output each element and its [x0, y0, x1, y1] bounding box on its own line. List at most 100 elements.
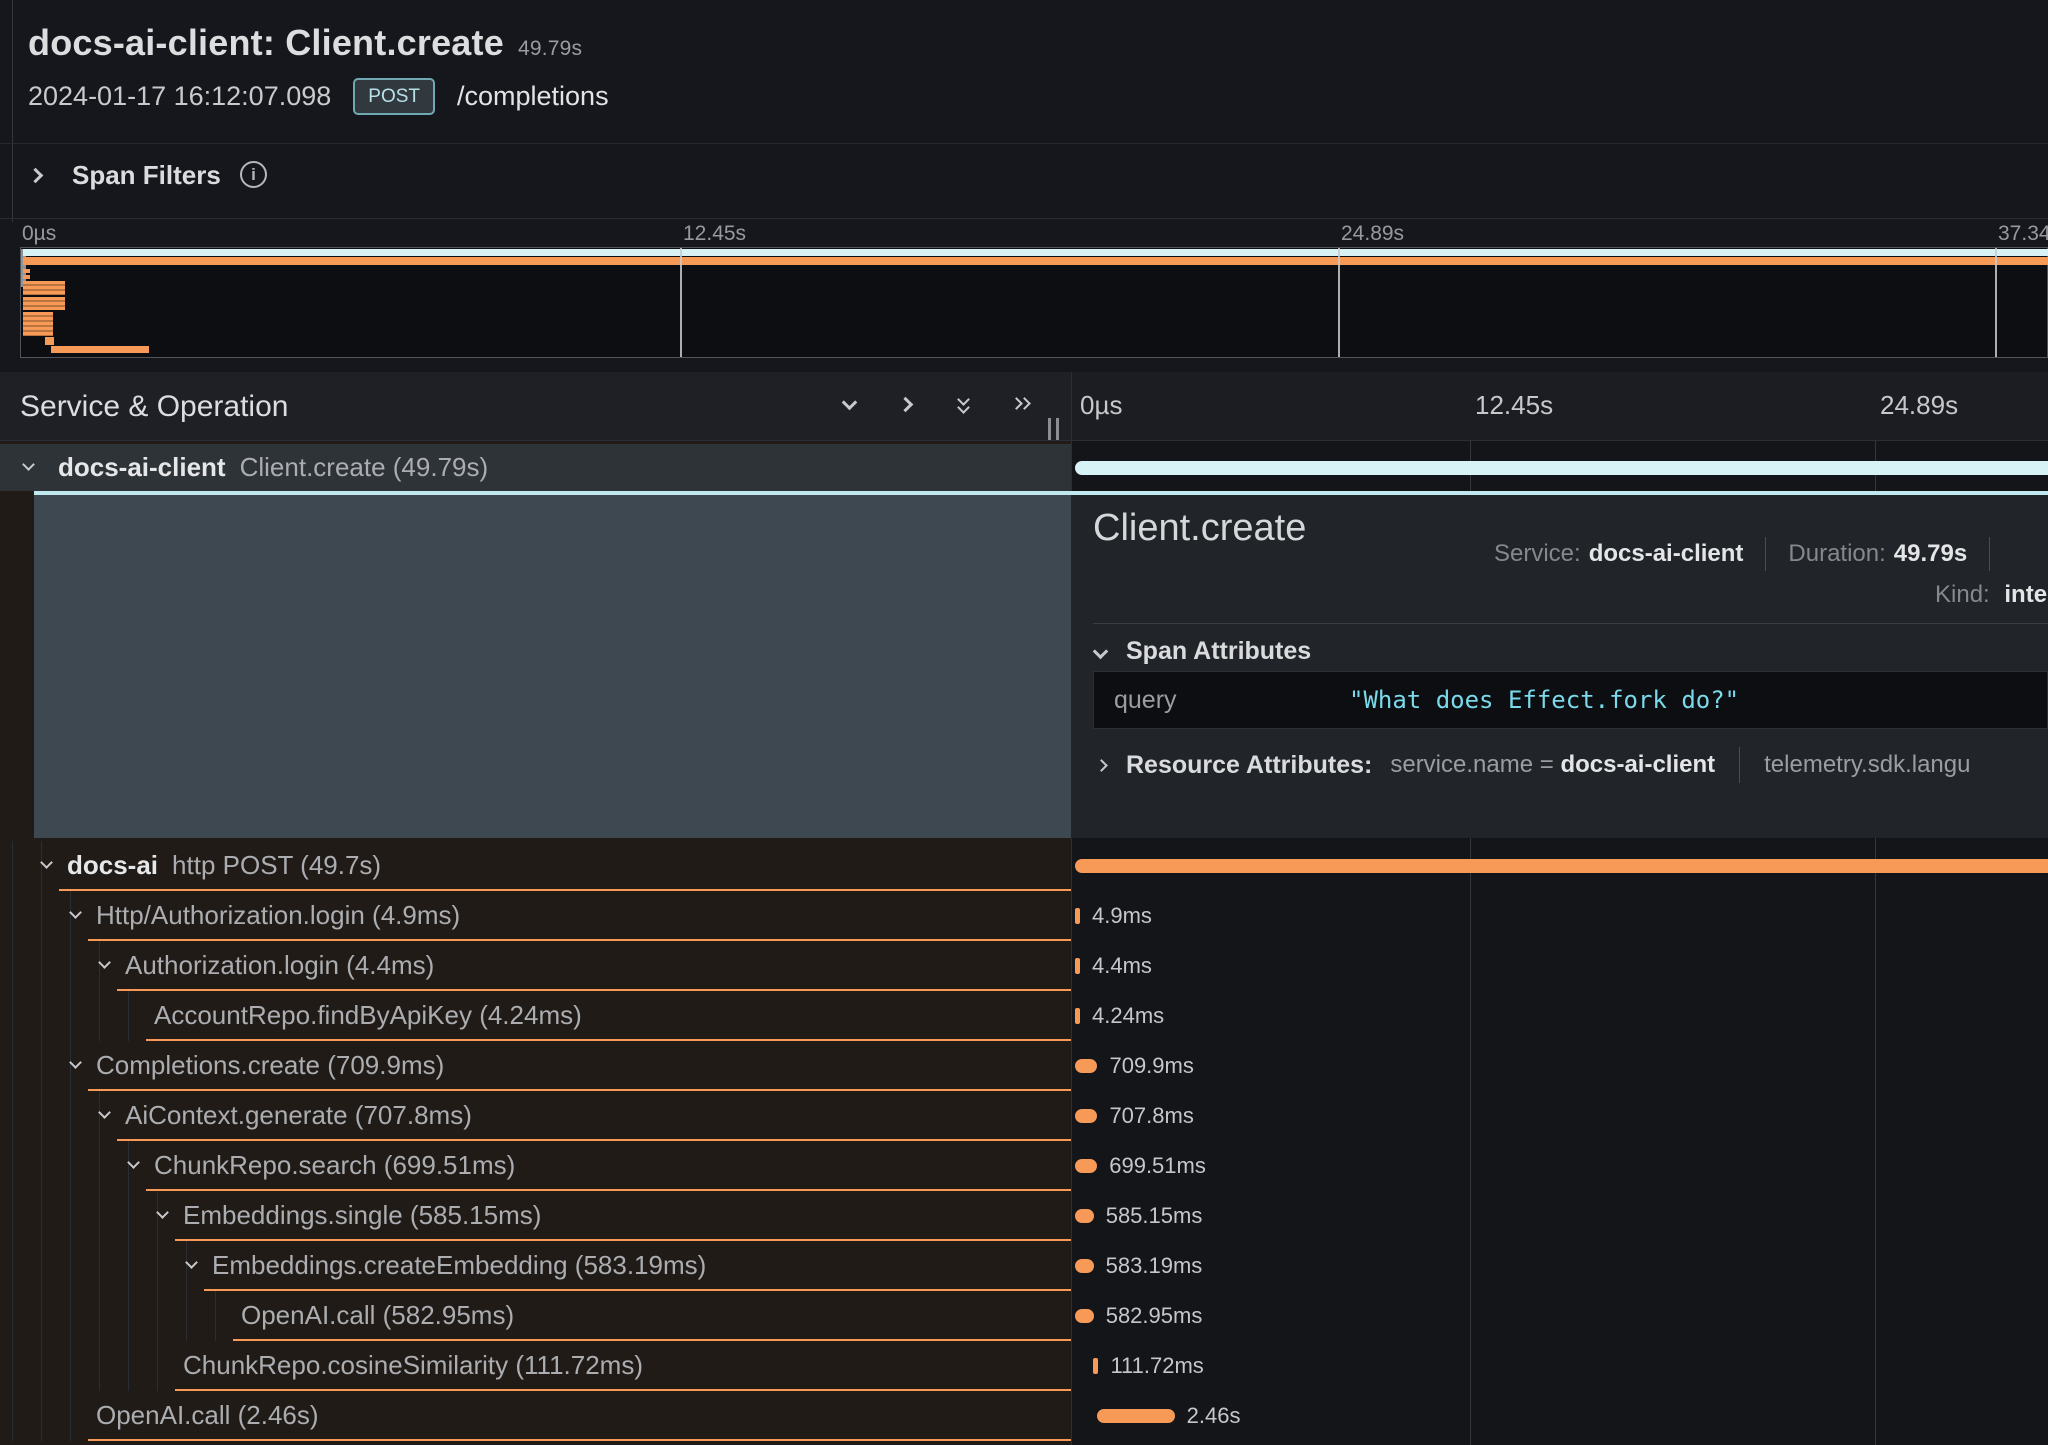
- span-tree-row[interactable]: docs-ai-client Client.create (49.79s): [0, 444, 1071, 491]
- span-name[interactable]: Http/Authorization.login (4.9ms): [96, 900, 460, 931]
- timeline-header: 0µs 12.45s 24.89s: [1071, 372, 2048, 441]
- timeline-row[interactable]: 582.95ms: [1072, 1291, 2048, 1341]
- span-tree-row[interactable]: Authorization.login (4.4ms): [0, 941, 1071, 991]
- span-bar[interactable]: [1075, 859, 2048, 873]
- span-bar[interactable]: [1075, 1008, 1080, 1024]
- operation-name: AiContext.generate (707.8ms): [125, 1100, 472, 1130]
- span-name[interactable]: OpenAI.call (2.46s): [96, 1400, 319, 1431]
- span-name[interactable]: ChunkRepo.search (699.51ms): [154, 1150, 515, 1181]
- span-tree-row[interactable]: Completions.create (709.9ms): [0, 1041, 1071, 1091]
- timeline-minimap[interactable]: [20, 247, 2048, 358]
- span-filters-section[interactable]: Span Filters i: [0, 144, 2048, 218]
- overview-tick: 0µs: [22, 222, 56, 246]
- minimap-span-bar: [23, 269, 30, 273]
- service-operation-header: Service & Operation: [0, 372, 1071, 441]
- span-name[interactable]: AiContext.generate (707.8ms): [125, 1100, 472, 1131]
- chevron-down-icon[interactable]: [22, 458, 35, 471]
- span-tree-row[interactable]: Embeddings.createEmbedding (583.19ms): [0, 1241, 1071, 1291]
- resource-attribute-more: telemetry.sdk.langu: [1764, 751, 1970, 779]
- span-tree-row[interactable]: AiContext.generate (707.8ms): [0, 1091, 1071, 1141]
- timeline-row[interactable]: [1072, 444, 2048, 491]
- timeline-row[interactable]: 709.9ms: [1072, 1041, 2048, 1091]
- collapse-all-icon[interactable]: [954, 394, 978, 418]
- span-filters-label[interactable]: Span Filters: [72, 160, 221, 191]
- indent-guides: [12, 1241, 204, 1291]
- span-name[interactable]: OpenAI.call (582.95ms): [241, 1300, 514, 1331]
- timeline-tick: 24.89s: [1880, 390, 1958, 421]
- resource-attributes-section[interactable]: Resource Attributes: service.name = docs…: [1097, 747, 2048, 783]
- timeline-row[interactable]: 4.4ms: [1072, 941, 2048, 991]
- span-bar[interactable]: [1075, 908, 1080, 924]
- minimap-span-bar: [23, 297, 65, 310]
- timeline-row[interactable]: [1072, 841, 2048, 891]
- collapse-one-icon[interactable]: [840, 394, 864, 418]
- span-tree-row[interactable]: OpenAI.call (2.46s): [0, 1391, 1071, 1441]
- span-tree-row[interactable]: OpenAI.call (582.95ms): [0, 1291, 1071, 1341]
- timeline-row[interactable]: 111.72ms: [1072, 1341, 2048, 1391]
- timeline-row[interactable]: 583.19ms: [1072, 1241, 2048, 1291]
- expand-one-icon[interactable]: [897, 394, 921, 418]
- span-attributes-label[interactable]: Span Attributes: [1126, 637, 1311, 666]
- overview-tick: 12.45s: [683, 222, 746, 246]
- chevron-right-icon[interactable]: [1097, 759, 1108, 772]
- span-bar[interactable]: [1075, 1259, 1093, 1273]
- span-name[interactable]: ChunkRepo.cosineSimilarity (111.72ms): [183, 1350, 643, 1381]
- span-tree-row[interactable]: ChunkRepo.cosineSimilarity (111.72ms): [0, 1341, 1071, 1391]
- span-name[interactable]: docs-aihttp POST (49.7s): [67, 850, 381, 881]
- span-bar[interactable]: [1075, 1309, 1093, 1323]
- operation-name: ChunkRepo.search (699.51ms): [154, 1150, 515, 1180]
- span-tree-row[interactable]: Embeddings.single (585.15ms): [0, 1191, 1071, 1241]
- span-tree-row[interactable]: AccountRepo.findByApiKey (4.24ms): [0, 991, 1071, 1041]
- span-bar[interactable]: [1075, 1109, 1097, 1123]
- span-detail-left-fill: [34, 491, 1071, 838]
- span-attributes-section[interactable]: Span Attributes: [1095, 637, 1311, 666]
- duration-label: 582.95ms: [1106, 1303, 1203, 1329]
- span-name[interactable]: Embeddings.single (585.15ms): [183, 1200, 541, 1231]
- timeline-row[interactable]: 4.24ms: [1072, 991, 2048, 1041]
- timeline-row[interactable]: 707.8ms: [1072, 1091, 2048, 1141]
- span-tree-row[interactable]: ChunkRepo.search (699.51ms): [0, 1141, 1071, 1191]
- timeline-row[interactable]: 2.46s: [1072, 1391, 2048, 1441]
- duration-label: 709.9ms: [1109, 1053, 1193, 1079]
- operation-name: ChunkRepo.cosineSimilarity (111.72ms): [183, 1350, 643, 1380]
- minimap-gridline: [1995, 248, 1997, 357]
- span-name[interactable]: Authorization.login (4.4ms): [125, 950, 434, 981]
- span-detail-meta: Service: docs-ai-client Duration: 49.79s: [1494, 537, 2048, 571]
- attribute-key: query: [1114, 686, 1177, 715]
- span-bar[interactable]: [1075, 1159, 1097, 1173]
- span-bar[interactable]: [1075, 1059, 1097, 1073]
- duration-label: Duration:: [1788, 540, 1885, 568]
- timeline-row[interactable]: 699.51ms: [1072, 1141, 2048, 1191]
- column-resize-handle[interactable]: [1048, 418, 1059, 440]
- operation-name: Client.create (49.79s): [240, 452, 489, 482]
- span-bar[interactable]: [1075, 461, 2048, 475]
- span-tree-row[interactable]: Http/Authorization.login (4.9ms): [0, 891, 1071, 941]
- service-name: docs-ai: [67, 850, 158, 880]
- trace-subheader: 2024-01-17 16:12:07.098 POST /completion…: [28, 78, 609, 115]
- span-bar[interactable]: [1075, 1209, 1093, 1223]
- span-name[interactable]: docs-ai-client Client.create (49.79s): [58, 452, 488, 483]
- span-name[interactable]: Completions.create (709.9ms): [96, 1050, 444, 1081]
- minimap-span-bar: [45, 337, 54, 345]
- resource-attributes-label[interactable]: Resource Attributes:: [1126, 751, 1372, 780]
- span-name[interactable]: Embeddings.createEmbedding (583.19ms): [212, 1250, 706, 1281]
- service-name: docs-ai-client: [58, 452, 226, 482]
- span-bar[interactable]: [1093, 1358, 1098, 1374]
- chevron-right-icon[interactable]: [28, 168, 44, 184]
- span-tree-row[interactable]: docs-aihttp POST (49.7s): [0, 841, 1071, 891]
- indent-guides: [12, 1341, 175, 1391]
- span-bar[interactable]: [1097, 1409, 1174, 1423]
- operation-name: Embeddings.single (585.15ms): [183, 1200, 541, 1230]
- span-name[interactable]: AccountRepo.findByApiKey (4.24ms): [154, 1000, 582, 1031]
- minimap-gridline: [680, 248, 682, 357]
- operation-name: Http/Authorization.login (4.9ms): [96, 900, 460, 930]
- info-icon[interactable]: i: [240, 161, 267, 188]
- chevron-down-icon[interactable]: [1093, 644, 1109, 660]
- expand-all-icon[interactable]: [1011, 394, 1035, 418]
- span-bar[interactable]: [1075, 958, 1080, 974]
- attribute-value[interactable]: "What does Effect.fork do?": [1349, 686, 1739, 714]
- timeline-row[interactable]: 4.9ms: [1072, 891, 2048, 941]
- timeline-row[interactable]: 585.15ms: [1072, 1191, 2048, 1241]
- minimap-span-bar: [51, 346, 149, 353]
- duration-label: 707.8ms: [1109, 1103, 1193, 1129]
